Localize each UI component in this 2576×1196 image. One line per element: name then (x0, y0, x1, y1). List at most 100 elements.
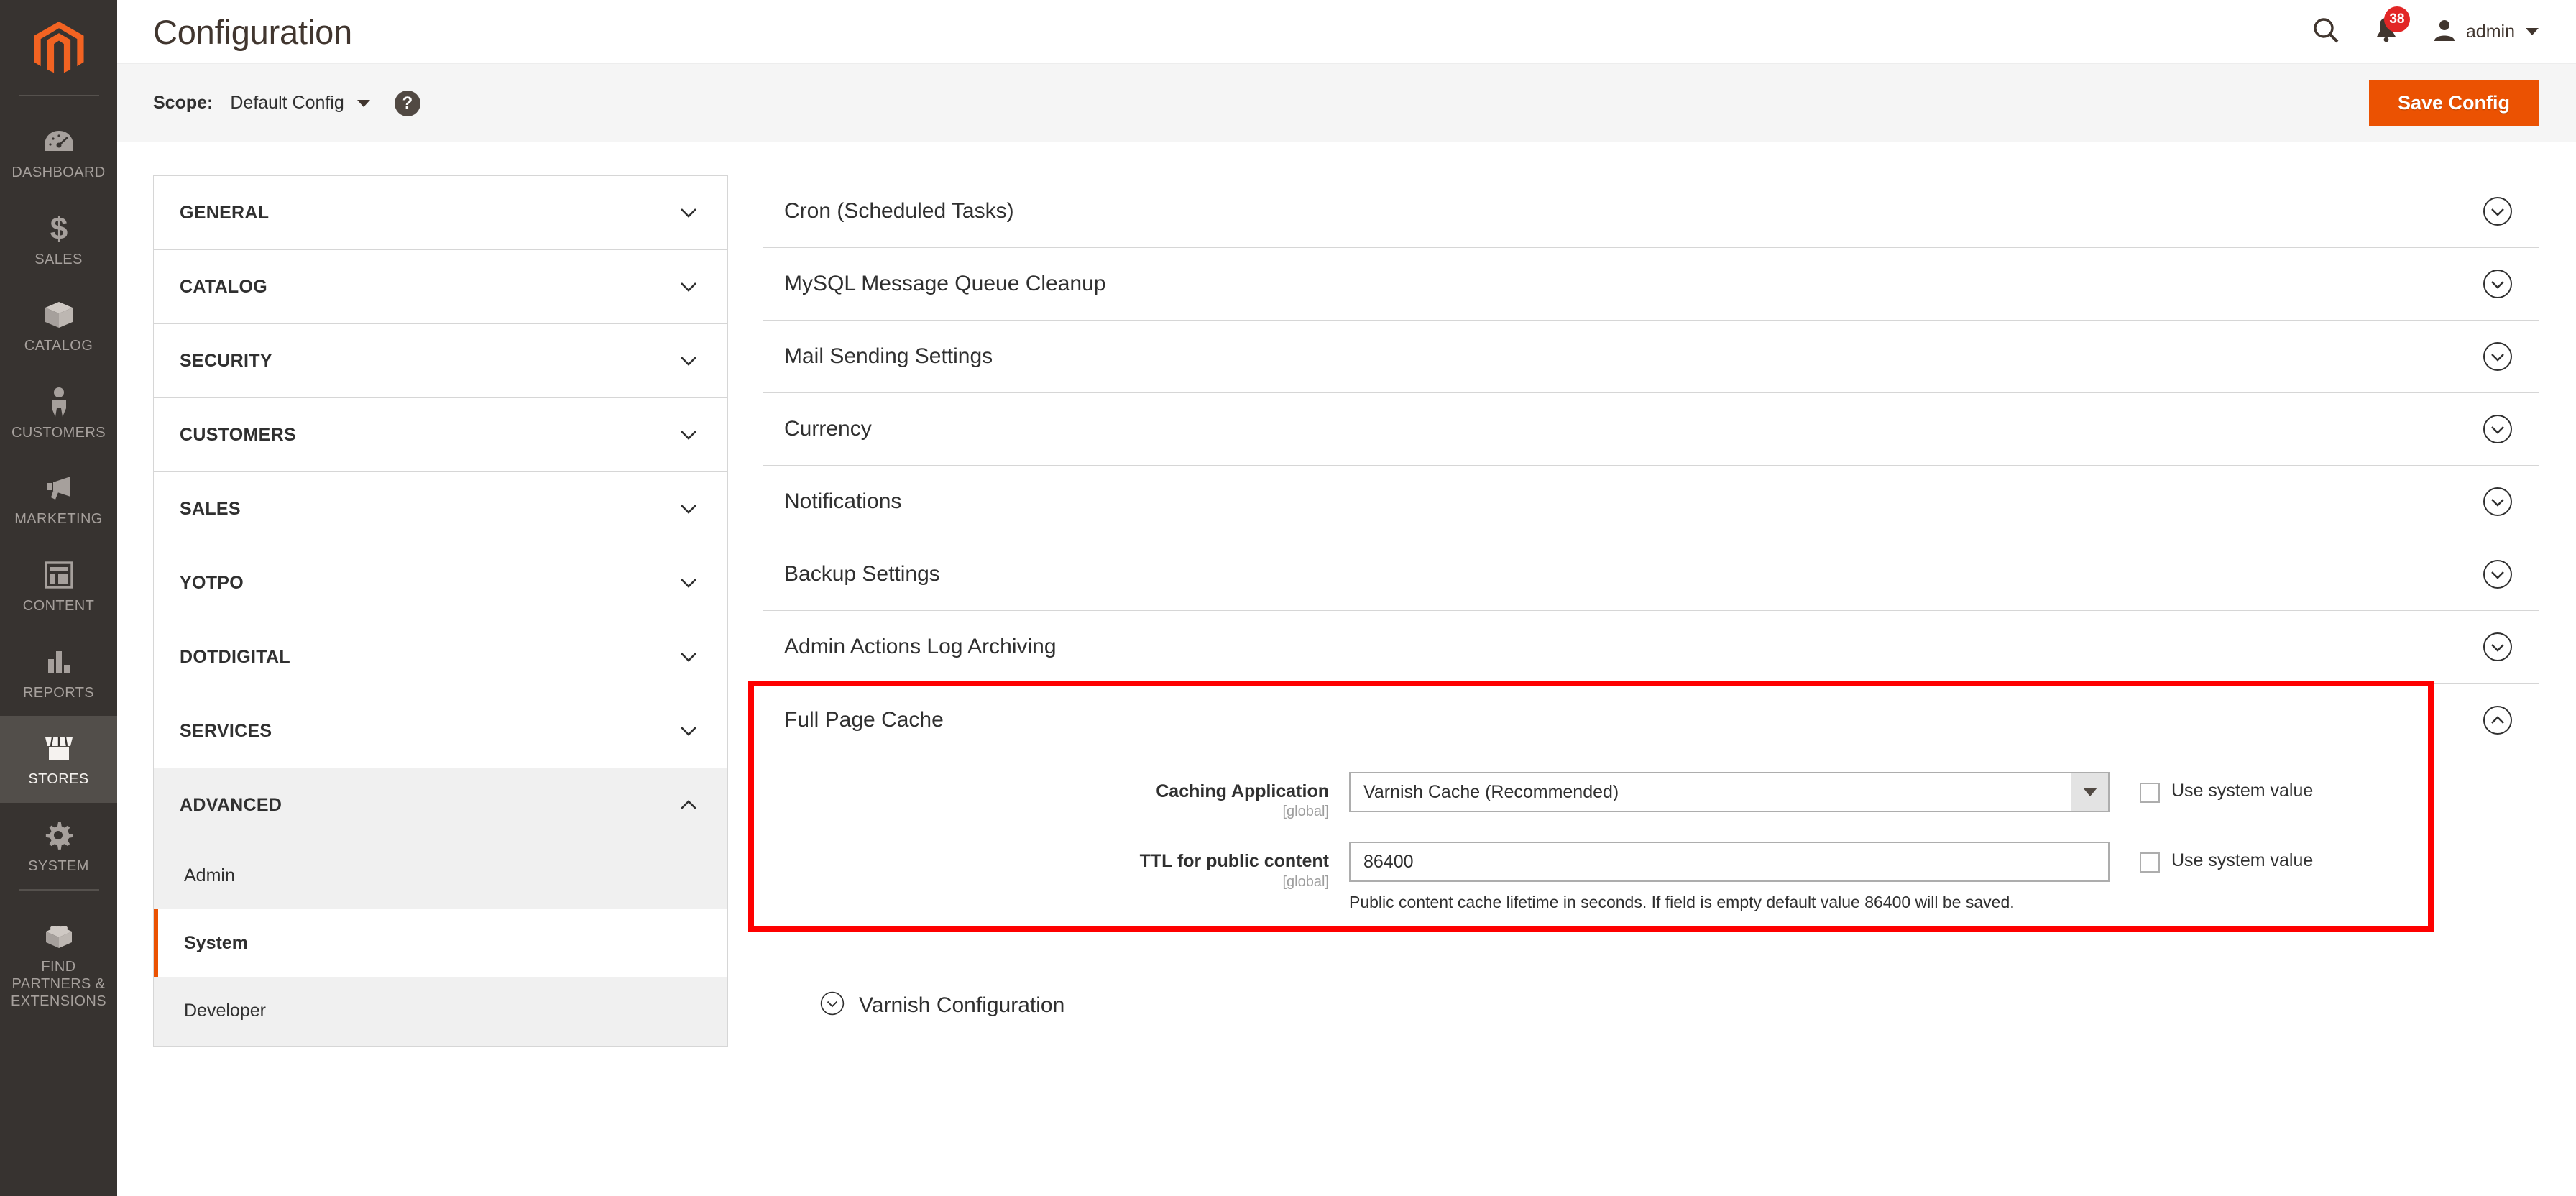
sidebar-item-label: Dashboard (12, 165, 105, 182)
config-group-header[interactable]: Yotpo (154, 546, 727, 620)
circle-chevron-down-icon (820, 991, 845, 1019)
megaphone-icon (42, 472, 75, 505)
section-mail-sending-settings[interactable]: Mail Sending Settings (763, 321, 2539, 393)
sidebar-item-label: Sales (34, 252, 82, 269)
ttl-public-content-input[interactable] (1349, 842, 2110, 882)
section-full-page-cache: Full Page Cache Caching Application [glo… (763, 684, 2539, 965)
circle-chevron-down-icon (2483, 269, 2513, 299)
config-group-label: Advanced (180, 795, 680, 816)
section-mysql-message-queue-cleanup[interactable]: MySQL Message Queue Cleanup (763, 248, 2539, 321)
caching-application-value: Varnish Cache (Recommended) (1351, 782, 2071, 803)
config-group-header[interactable]: Catalog (154, 250, 727, 323)
sidebar-item-label: Find Partners & Extensions (5, 959, 113, 1010)
section-admin-actions-log-archiving[interactable]: Admin Actions Log Archiving (763, 611, 2539, 684)
varnish-configuration-toggle[interactable]: Varnish Configuration (763, 965, 2539, 1019)
sidebar-item-catalog[interactable]: Catalog (0, 282, 117, 369)
chevron-up-icon (680, 800, 697, 810)
sidebar-item-content[interactable]: Content (0, 543, 117, 630)
field-control: Varnish Cache (Recommended) Use system v… (1349, 772, 2313, 812)
save-config-button[interactable]: Save Config (2369, 80, 2539, 126)
section-cron-scheduled-tasks[interactable]: Cron (Scheduled Tasks) (763, 175, 2539, 248)
sidebar-item-reports[interactable]: Reports (0, 630, 117, 717)
config-group-header[interactable]: Dotdigital (154, 620, 727, 694)
sidebar-item-system[interactable]: System (0, 803, 117, 890)
field-control: Public content cache lifetime in seconds… (1349, 842, 2313, 914)
config-group-label: Security (180, 351, 680, 372)
sidebar-item-dashboard[interactable]: Dashboard (0, 109, 117, 196)
sidebar-item-label: Customers (12, 425, 106, 442)
config-group-general: General (153, 175, 728, 249)
puzzle-brick-icon (42, 919, 75, 952)
config-subitem-developer[interactable]: Developer (154, 977, 727, 1044)
scope-selected-value: Default Config (230, 93, 344, 114)
use-system-value-label: Use system value (2171, 781, 2313, 801)
sidebar-item-marketing[interactable]: Marketing (0, 456, 117, 543)
circle-chevron-down-icon (2483, 341, 2513, 372)
user-avatar-icon (2432, 18, 2457, 46)
notifications-button[interactable]: 38 (2373, 16, 2399, 48)
section-currency[interactable]: Currency (763, 393, 2539, 466)
section-label: MySQL Message Queue Cleanup (784, 272, 2483, 296)
circle-chevron-down-icon (2483, 196, 2513, 226)
search-button[interactable] (2312, 16, 2340, 48)
config-sections-panel: Cron (Scheduled Tasks) MySQL Message Que… (763, 175, 2539, 1019)
sidebar-item-find-partners[interactable]: Find Partners & Extensions (0, 903, 117, 1024)
config-group-label: Sales (180, 499, 680, 520)
config-group-header[interactable]: Sales (154, 472, 727, 546)
use-system-value-caching-application[interactable]: Use system value (2140, 772, 2313, 803)
checkbox-icon[interactable] (2140, 783, 2160, 803)
use-system-value-ttl[interactable]: Use system value (2140, 842, 2313, 873)
circle-chevron-up-icon[interactable] (2483, 705, 2513, 735)
section-label: Currency (784, 417, 2483, 441)
full-page-cache-body: Caching Application [global] Varnish Cac… (763, 756, 2539, 965)
user-menu[interactable]: admin (2432, 18, 2539, 46)
person-icon (42, 385, 75, 418)
scope-bar: Scope: Default Config ? Save Config (117, 63, 2576, 142)
config-group-advanced: Advanced Admin System Developer (153, 768, 728, 1046)
field-hint: Public content cache lifetime in seconds… (1349, 892, 2110, 914)
sidebar-item-sales[interactable]: $ Sales (0, 196, 117, 283)
select-arrow-button[interactable] (2071, 773, 2108, 811)
config-group-header[interactable]: General (154, 176, 727, 249)
section-label: Backup Settings (784, 562, 2483, 586)
section-label: Mail Sending Settings (784, 344, 2483, 369)
top-header: Configuration (117, 0, 2576, 63)
config-group-yotpo: Yotpo (153, 546, 728, 620)
config-group-header[interactable]: Advanced (154, 768, 727, 842)
dollar-icon: $ (42, 212, 75, 245)
config-group-header[interactable]: Security (154, 324, 727, 397)
config-group-label: Customers (180, 425, 680, 446)
section-label: Notifications (784, 489, 2483, 514)
caching-application-select[interactable]: Varnish Cache (Recommended) (1349, 772, 2110, 812)
field-caching-application: Caching Application [global] Varnish Cac… (763, 772, 2539, 820)
config-group-label: Dotdigital (180, 647, 680, 668)
storefront-icon (42, 732, 75, 765)
notification-count-badge: 38 (2384, 6, 2410, 32)
use-system-value-label: Use system value (2171, 850, 2313, 871)
config-group-header[interactable]: Services (154, 694, 727, 768)
magento-logo-icon (34, 22, 84, 76)
config-group-label: Services (180, 721, 680, 742)
magento-logo[interactable] (0, 10, 117, 95)
scope-selector[interactable]: Default Config (230, 93, 369, 114)
chevron-down-icon (680, 726, 697, 736)
chevron-down-icon (680, 282, 697, 292)
sidebar-item-label: System (28, 858, 89, 875)
gear-icon (42, 819, 75, 852)
section-backup-settings[interactable]: Backup Settings (763, 538, 2539, 611)
full-page-cache-header[interactable]: Full Page Cache (763, 684, 2539, 756)
config-group-customers: Customers (153, 397, 728, 472)
primary-sidebar: Dashboard $ Sales Catalog (0, 0, 117, 1196)
config-group-header[interactable]: Customers (154, 398, 727, 472)
chevron-down-icon (680, 652, 697, 662)
sidebar-item-customers[interactable]: Customers (0, 369, 117, 456)
bar-chart-icon (42, 645, 75, 678)
config-group-label: Yotpo (180, 573, 680, 594)
checkbox-icon[interactable] (2140, 852, 2160, 873)
config-subitem-admin[interactable]: Admin (154, 842, 727, 909)
config-subitem-system[interactable]: System (154, 909, 727, 977)
question-mark-icon[interactable]: ? (395, 91, 420, 116)
admin-page: Dashboard $ Sales Catalog (0, 0, 2576, 1196)
sidebar-item-stores[interactable]: Stores (0, 716, 117, 803)
section-notifications[interactable]: Notifications (763, 466, 2539, 538)
